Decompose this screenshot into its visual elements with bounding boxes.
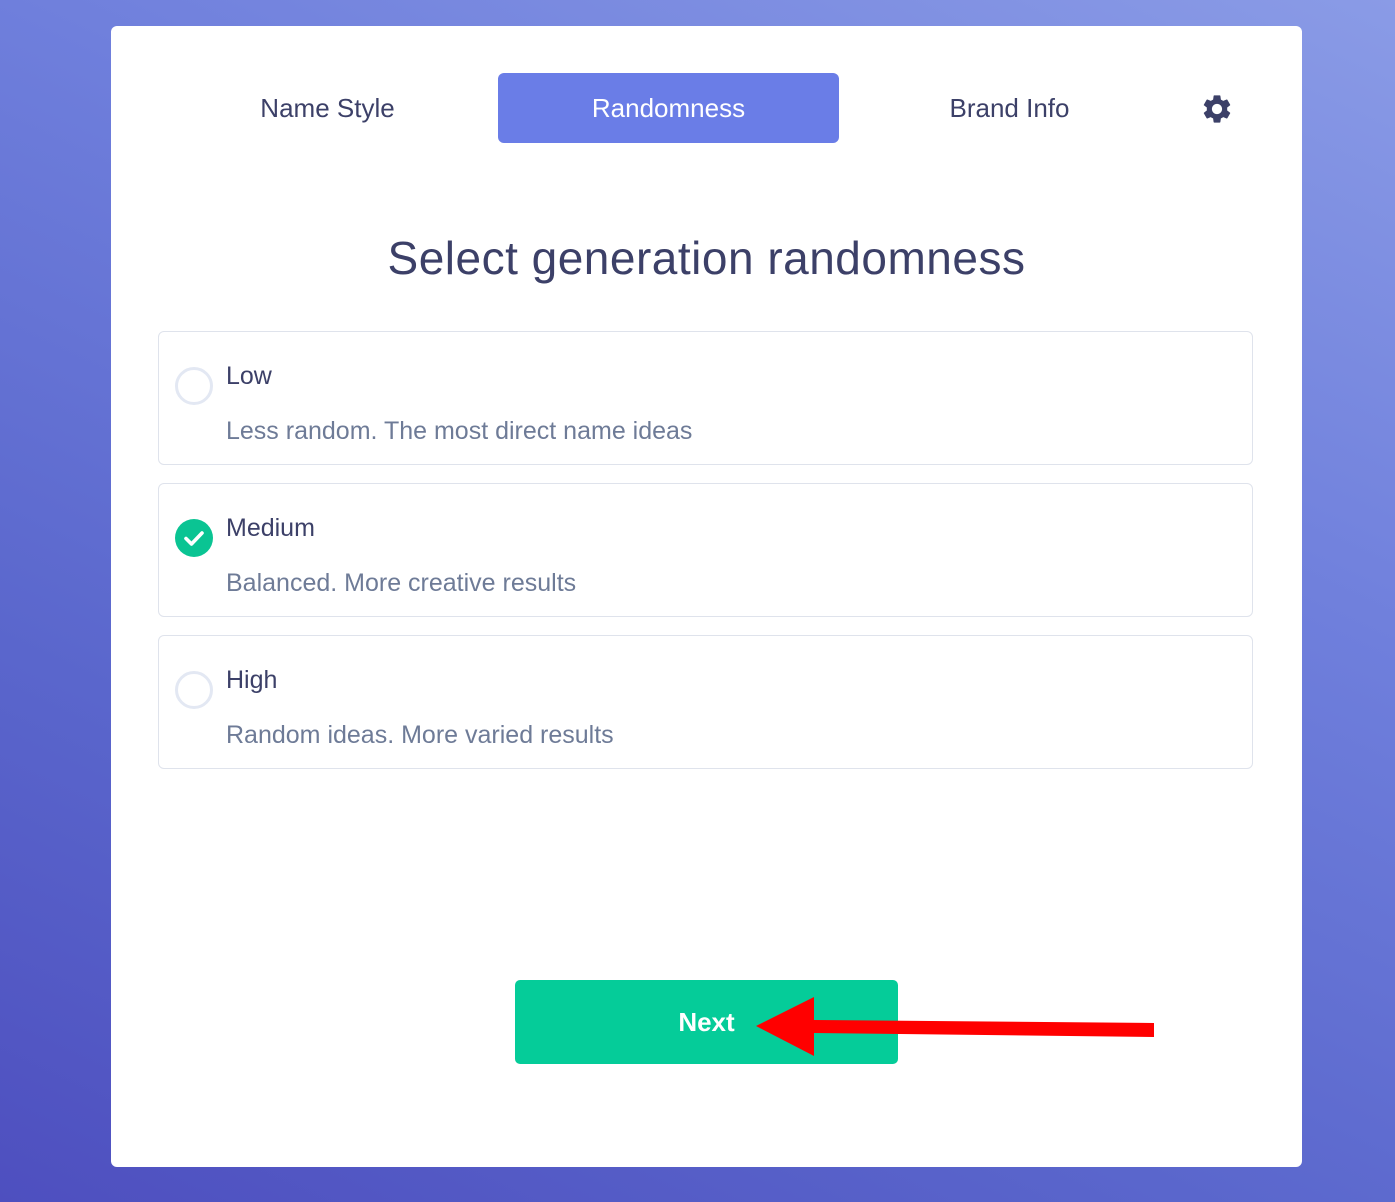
tab-label: Randomness: [591, 92, 746, 123]
option-medium[interactable]: Medium Balanced. More creative results: [158, 483, 1253, 617]
option-description: Balanced. More creative results: [226, 569, 577, 597]
tab-label: Brand Info: [949, 92, 1070, 123]
tab-randomness[interactable]: Randomness: [498, 73, 839, 143]
radio-button[interactable]: [175, 367, 213, 405]
next-button[interactable]: Next: [515, 980, 898, 1064]
tab-name-style[interactable]: Name Style: [157, 73, 498, 143]
next-button-label: Next: [678, 1006, 735, 1037]
generator-card: Name Style Randomness Brand Info Select …: [111, 26, 1302, 1167]
option-title: Medium: [226, 514, 315, 542]
tab-label: Name Style: [260, 92, 395, 123]
checkmark-icon[interactable]: [175, 519, 213, 557]
gear-icon[interactable]: [1200, 92, 1234, 126]
option-title: Low: [226, 362, 272, 390]
page-title: Select generation randomness: [387, 232, 1026, 284]
option-title: High: [226, 666, 278, 694]
option-description: Random ideas. More varied results: [226, 721, 614, 749]
option-low[interactable]: Low Less random. The most direct name id…: [158, 331, 1253, 465]
option-description: Less random. The most direct name ideas: [226, 417, 693, 445]
tab-brand-info[interactable]: Brand Info: [839, 73, 1180, 143]
radio-button[interactable]: [175, 671, 213, 709]
step-tabs: Name Style Randomness Brand Info: [111, 73, 1302, 143]
option-high[interactable]: High Random ideas. More varied results: [158, 635, 1253, 769]
